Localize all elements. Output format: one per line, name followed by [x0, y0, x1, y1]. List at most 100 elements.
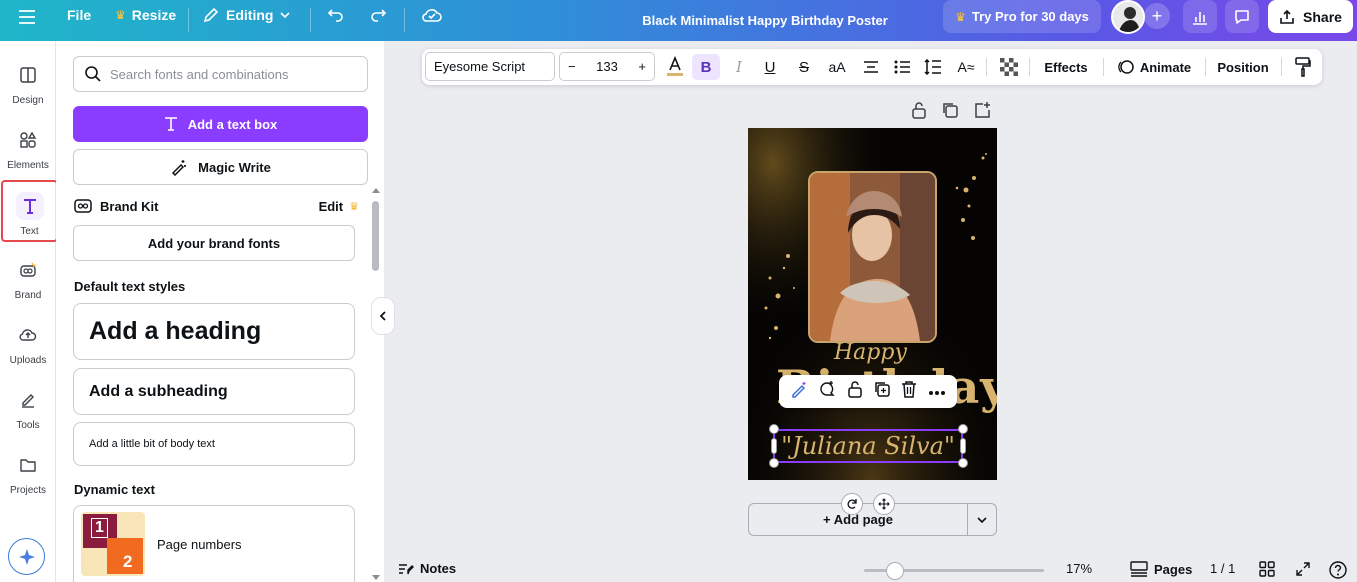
- crown-icon: ♛: [955, 9, 966, 24]
- bold-button[interactable]: B: [692, 54, 720, 80]
- letter-case-button[interactable]: aA: [825, 54, 849, 80]
- font-size-input[interactable]: 133: [596, 59, 618, 74]
- collapse-panel-button[interactable]: [371, 297, 395, 335]
- add-text-box-button[interactable]: Add a text box: [73, 106, 368, 142]
- text-color-button[interactable]: [664, 54, 686, 80]
- rail-item-projects[interactable]: Projects: [0, 441, 56, 503]
- menu-button[interactable]: [18, 9, 36, 25]
- brand-kit-edit-button[interactable]: Edit ♛: [319, 199, 359, 214]
- insights-button[interactable]: [1183, 0, 1217, 33]
- file-menu[interactable]: File: [67, 7, 91, 23]
- brand-icon: [20, 262, 37, 277]
- comment-icon: [1235, 9, 1249, 24]
- rail-item-tools[interactable]: Tools: [0, 376, 56, 438]
- name-text[interactable]: "Juliana Silva": [775, 431, 961, 461]
- resize-handle-right[interactable]: [960, 438, 966, 454]
- pages-icon: [1130, 561, 1148, 577]
- brand-kit-row: Brand Kit Edit ♛: [74, 198, 359, 214]
- comments-button[interactable]: [1225, 0, 1259, 33]
- resize-handle-bottom-right[interactable]: [958, 458, 968, 468]
- zoom-level[interactable]: 17%: [1066, 561, 1092, 576]
- rail-label-elements: Elements: [7, 160, 49, 171]
- add-body-text-card[interactable]: Add a little bit of body text: [73, 422, 355, 466]
- fullscreen-button[interactable]: [1295, 561, 1311, 577]
- list-icon: [894, 60, 910, 74]
- lock-page-button[interactable]: [911, 101, 927, 124]
- zoom-slider-knob[interactable]: [886, 562, 904, 580]
- text-effects-style-button[interactable]: A≈: [954, 54, 978, 80]
- scrollbar-thumb[interactable]: [372, 201, 379, 271]
- add-page-icon-button[interactable]: [973, 101, 991, 124]
- font-search[interactable]: [73, 56, 368, 92]
- rail-item-text[interactable]: Text: [1, 180, 58, 242]
- move-handle[interactable]: [873, 493, 895, 515]
- list-button[interactable]: [891, 54, 913, 80]
- undo-icon: [327, 9, 343, 22]
- rail-item-design[interactable]: Design: [0, 51, 56, 113]
- grid-icon: [1259, 561, 1275, 577]
- editing-dropdown[interactable]: Editing: [202, 6, 291, 24]
- more-options-button[interactable]: [928, 383, 946, 401]
- grid-view-button[interactable]: [1259, 561, 1275, 577]
- rotate-handle[interactable]: [841, 493, 863, 515]
- font-size-increase-button[interactable]: +: [638, 59, 646, 74]
- delete-element-button[interactable]: [901, 380, 917, 403]
- font-size-decrease-button[interactable]: −: [568, 59, 576, 74]
- page-numbers-card[interactable]: 1 2 Page numbers: [73, 505, 355, 582]
- italic-button[interactable]: I: [729, 54, 749, 80]
- help-button[interactable]: [1329, 561, 1347, 579]
- try-pro-button[interactable]: ♛ Try Pro for 30 days: [943, 0, 1101, 33]
- document-title[interactable]: Black Minimalist Happy Birthday Poster: [600, 13, 930, 28]
- projects-icon: [20, 459, 36, 472]
- add-comment-button[interactable]: [818, 380, 836, 403]
- notes-button[interactable]: Notes: [398, 561, 456, 576]
- bar-chart-icon: [1193, 11, 1207, 25]
- align-button[interactable]: [860, 54, 882, 80]
- font-search-input[interactable]: [110, 66, 360, 82]
- lock-icon: [912, 102, 926, 119]
- underline-button[interactable]: U: [760, 54, 780, 80]
- portrait-photo[interactable]: [808, 171, 937, 343]
- transparency-button[interactable]: [998, 54, 1020, 80]
- pages-button[interactable]: Pages: [1130, 561, 1192, 577]
- avatar[interactable]: [1111, 0, 1145, 34]
- rail-item-uploads[interactable]: Uploads: [0, 311, 56, 373]
- cloud-save-status[interactable]: [421, 5, 443, 25]
- duplicate-element-button[interactable]: [873, 380, 891, 403]
- duplicate-page-button[interactable]: [941, 101, 959, 124]
- resize-handle-top-right[interactable]: [958, 424, 968, 434]
- chevron-left-icon: [379, 311, 386, 321]
- strikethrough-button[interactable]: S: [794, 54, 814, 80]
- font-family-selector[interactable]: Eyesome Script: [425, 52, 555, 81]
- spacing-button[interactable]: [922, 54, 944, 80]
- redo-button[interactable]: [368, 5, 388, 25]
- effects-button[interactable]: Effects: [1041, 54, 1091, 80]
- magic-assistant-button[interactable]: [8, 538, 45, 575]
- add-page-options-button[interactable]: [967, 504, 996, 535]
- copy-style-button[interactable]: [1292, 54, 1314, 80]
- resize-handle-bottom-left[interactable]: [769, 458, 779, 468]
- rail-item-brand[interactable]: Brand: [0, 246, 56, 308]
- notes-label: Notes: [420, 561, 457, 576]
- lock-element-button[interactable]: [847, 380, 863, 403]
- magic-pen-icon: [792, 382, 806, 398]
- invite-button[interactable]: +: [1144, 3, 1170, 29]
- add-heading-card[interactable]: Add a heading: [73, 303, 355, 360]
- divider: [188, 8, 189, 32]
- magic-write-button[interactable]: Magic Write: [73, 149, 368, 185]
- redo-icon: [371, 9, 387, 22]
- resize-handle-left[interactable]: [771, 438, 777, 454]
- rail-item-elements[interactable]: Elements: [0, 116, 56, 178]
- resize-button[interactable]: ♛ Resize: [115, 7, 176, 23]
- magic-edit-button[interactable]: [790, 380, 808, 403]
- undo-button[interactable]: [326, 5, 346, 25]
- crown-icon: ♛: [349, 200, 359, 213]
- panel-scrollbar[interactable]: [370, 186, 380, 582]
- animate-button[interactable]: Animate: [1114, 54, 1194, 80]
- position-button[interactable]: Position: [1217, 54, 1269, 80]
- share-button[interactable]: Share: [1268, 0, 1353, 33]
- selected-name-textbox[interactable]: "Juliana Silva": [773, 429, 963, 463]
- resize-handle-top-left[interactable]: [769, 424, 779, 434]
- add-subheading-card[interactable]: Add a subheading: [73, 368, 355, 415]
- add-brand-fonts-button[interactable]: Add your brand fonts: [73, 225, 355, 261]
